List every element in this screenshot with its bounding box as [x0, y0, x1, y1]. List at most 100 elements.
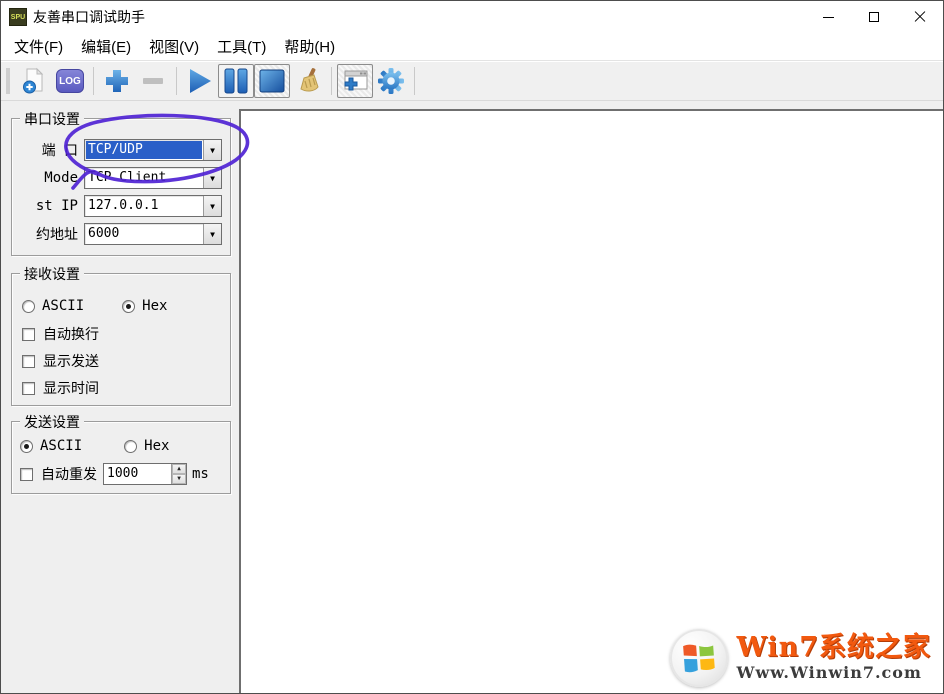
- resend-interval-value: 1000: [104, 464, 171, 484]
- close-button[interactable]: [897, 1, 943, 33]
- show-time-checkbox[interactable]: [22, 382, 35, 395]
- chevron-down-icon[interactable]: ▼: [203, 140, 221, 160]
- plus-icon: [104, 68, 130, 94]
- spin-up-icon[interactable]: ▲: [172, 464, 186, 474]
- show-send-checkbox[interactable]: [22, 355, 35, 368]
- show-send-row: 显示发送: [22, 351, 222, 371]
- play-icon: [186, 67, 214, 95]
- port-value: TCP/UDP: [86, 141, 202, 159]
- chevron-down-icon[interactable]: ▼: [203, 196, 221, 216]
- send-hex-radio[interactable]: [124, 440, 137, 453]
- ascii-radio-label: ASCII: [42, 298, 84, 314]
- watermark-url: Www.Winwin7.com: [736, 663, 921, 682]
- toolbar-separator: [414, 67, 415, 95]
- toggle-panel-button[interactable]: [337, 64, 373, 98]
- chevron-down-icon[interactable]: ▼: [203, 224, 221, 244]
- window-title: 友善串口调试助手: [33, 7, 145, 27]
- gear-icon: [377, 67, 405, 95]
- new-log-file-button[interactable]: [16, 64, 52, 98]
- windows-logo-icon: [670, 629, 728, 687]
- clear-button[interactable]: [290, 64, 326, 98]
- dest-port-combobox[interactable]: 6000 ▼: [84, 223, 222, 245]
- dest-ip-value: 127.0.0.1: [85, 196, 203, 216]
- port-combobox[interactable]: TCP/UDP ▼: [84, 139, 222, 161]
- toolbar-gripper[interactable]: [6, 68, 10, 94]
- app-icon: SPU: [9, 8, 27, 26]
- toolbar: LOG: [1, 62, 943, 101]
- menu-bar: 文件(F) 编辑(E) 视图(V) 工具(T) 帮助(H): [1, 33, 943, 61]
- resend-interval-spinner[interactable]: 1000 ▲ ▼: [103, 463, 187, 485]
- dest-ip-label: st IP: [20, 198, 78, 214]
- stop-button[interactable]: [254, 64, 290, 98]
- pause-button[interactable]: [218, 64, 254, 98]
- serial-settings-group: 串口设置 端 口 TCP/UDP ▼ Mode TCP Client ▼: [11, 118, 231, 256]
- add-button[interactable]: [99, 64, 135, 98]
- mode-label: Mode: [20, 170, 78, 186]
- port-label: 端 口: [20, 140, 78, 160]
- minimize-button[interactable]: [805, 1, 851, 33]
- maximize-button[interactable]: [851, 1, 897, 33]
- hex-radio[interactable]: [122, 300, 135, 313]
- toolbar-separator: [331, 67, 332, 95]
- close-icon: [914, 11, 926, 23]
- receive-settings-group: 接收设置 ASCII Hex 自动换行 显示发送: [11, 273, 231, 406]
- dest-port-value: 6000: [85, 224, 203, 244]
- menu-help[interactable]: 帮助(H): [275, 33, 344, 60]
- mode-combobox[interactable]: TCP Client ▼: [84, 167, 222, 189]
- menu-view[interactable]: 视图(V): [140, 33, 208, 60]
- show-send-label: 显示发送: [43, 351, 99, 371]
- minimize-icon: [823, 17, 834, 18]
- toolbar-separator: [93, 67, 94, 95]
- minus-icon: [140, 68, 166, 94]
- dest-ip-combobox[interactable]: 127.0.0.1 ▼: [84, 195, 222, 217]
- send-settings-group: 发送设置 ASCII Hex 自动重发 1000 ▲ ▼: [11, 421, 231, 494]
- pause-icon: [223, 67, 249, 95]
- group-title: 串口设置: [20, 109, 84, 129]
- watermark: Win7系统之家 Www.Winwin7.com: [670, 629, 931, 687]
- broom-icon: [294, 67, 322, 95]
- content-area: 串口设置 端 口 TCP/UDP ▼ Mode TCP Client ▼: [1, 101, 943, 693]
- group-title: 接收设置: [20, 264, 84, 284]
- title-bar: SPU 友善串口调试助手: [1, 1, 943, 33]
- log-button[interactable]: LOG: [52, 64, 88, 98]
- show-time-row: 显示时间: [22, 378, 222, 398]
- port-row: 端 口 TCP/UDP ▼: [20, 139, 222, 161]
- menu-edit[interactable]: 编辑(E): [72, 33, 140, 60]
- stop-icon: [258, 67, 286, 95]
- menu-tools[interactable]: 工具(T): [208, 33, 275, 60]
- auto-resend-checkbox[interactable]: [20, 468, 33, 481]
- remove-button[interactable]: [135, 64, 171, 98]
- log-icon: LOG: [56, 69, 84, 93]
- session-view[interactable]: [239, 109, 943, 693]
- menu-file[interactable]: 文件(F): [5, 33, 72, 60]
- send-format-row: ASCII Hex: [20, 436, 222, 456]
- send-hex-radio-label: Hex: [144, 438, 169, 454]
- maximize-icon: [869, 12, 879, 22]
- group-title: 发送设置: [20, 412, 84, 432]
- ascii-radio[interactable]: [22, 300, 35, 313]
- receive-format-row: ASCII Hex: [22, 296, 222, 316]
- toolbar-separator: [176, 67, 177, 95]
- dest-port-label: 约地址: [20, 224, 78, 244]
- app-window: SPU 友善串口调试助手 文件(F) 编辑(E) 视图(V) 工具(T) 帮助(…: [0, 0, 944, 694]
- hex-radio-label: Hex: [142, 298, 167, 314]
- ms-unit-label: ms: [192, 466, 209, 482]
- start-button[interactable]: [182, 64, 218, 98]
- auto-resend-row: 自动重发 1000 ▲ ▼ ms: [20, 462, 222, 486]
- send-ascii-radio-label: ASCII: [40, 438, 82, 454]
- dest-port-row: 约地址 6000 ▼: [20, 223, 222, 245]
- mode-value: TCP Client: [85, 168, 203, 188]
- dest-ip-row: st IP 127.0.0.1 ▼: [20, 195, 222, 217]
- settings-panel: 串口设置 端 口 TCP/UDP ▼ Mode TCP Client ▼: [1, 101, 239, 693]
- auto-newline-checkbox[interactable]: [22, 328, 35, 341]
- panel-icon: [341, 68, 369, 94]
- mode-row: Mode TCP Client ▼: [20, 167, 222, 189]
- show-time-label: 显示时间: [43, 378, 99, 398]
- send-ascii-radio[interactable]: [20, 440, 33, 453]
- chevron-down-icon[interactable]: ▼: [203, 168, 221, 188]
- auto-newline-label: 自动换行: [43, 324, 99, 344]
- spin-down-icon[interactable]: ▼: [172, 474, 186, 484]
- watermark-title: Win7系统之家: [736, 634, 931, 662]
- settings-button[interactable]: [373, 64, 409, 98]
- auto-resend-label: 自动重发: [41, 464, 97, 484]
